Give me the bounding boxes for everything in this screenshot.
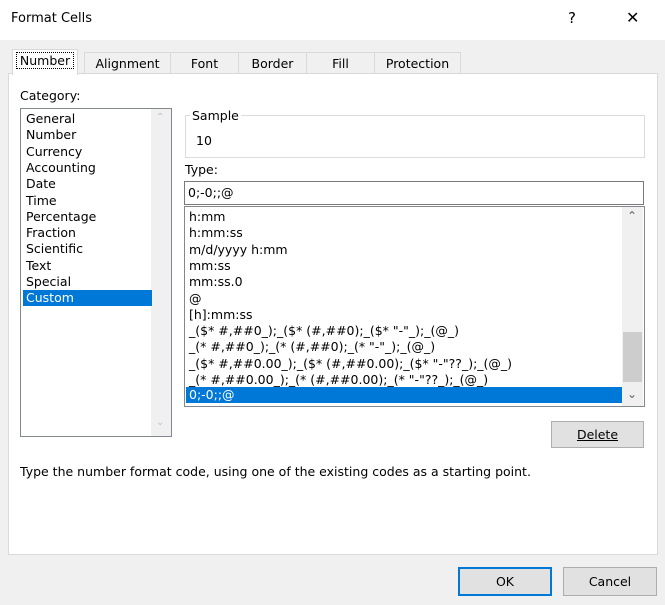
category-item[interactable]: Fraction [23, 225, 152, 241]
sample-group [185, 115, 645, 158]
category-item[interactable]: Special [23, 274, 152, 290]
category-list[interactable]: ⌃ ⌄ General Number Currency Accounting Date T… [20, 108, 172, 437]
type-item[interactable]: @ [186, 291, 623, 307]
help-button[interactable]: ? [568, 9, 576, 27]
cancel-button[interactable]: Cancel [563, 567, 657, 596]
delete-label: Delete [576, 427, 619, 442]
category-item[interactable]: Time [23, 193, 152, 209]
title-bar [0, 0, 665, 40]
category-item[interactable]: Scientific [23, 241, 152, 257]
close-button[interactable]: ✕ [626, 8, 639, 27]
tab-label: Number [15, 52, 75, 69]
delete-button[interactable]: Delete [551, 421, 644, 448]
type-item[interactable]: 0;-0;;@ [186, 387, 623, 403]
category-item[interactable]: Accounting [23, 160, 152, 176]
type-item[interactable]: [h]:mm:ss [186, 307, 623, 323]
tab-protection[interactable]: Protection [374, 52, 461, 74]
scroll-down-icon[interactable]: ⌄ [627, 387, 637, 401]
category-item[interactable]: Date [23, 176, 152, 192]
window-title: Format Cells [11, 11, 93, 26]
category-scrollbar[interactable]: ⌃ ⌄ [151, 109, 171, 436]
type-item[interactable]: mm:ss [186, 258, 623, 274]
tab-number[interactable]: Number [12, 49, 78, 75]
type-item[interactable]: _(* #,##0_);_(* (#,##0);_(* "-"_);_(@_) [186, 339, 623, 355]
type-scrollbar[interactable]: ⌃ ⌄ [622, 207, 643, 406]
scroll-up-icon[interactable]: ⌃ [156, 112, 164, 123]
sample-label: Sample [190, 108, 241, 123]
tab-alignment[interactable]: Alignment [84, 52, 171, 74]
category-item[interactable]: Text [23, 258, 152, 274]
type-item[interactable]: _($* #,##0.00_);_($* (#,##0.00);_($* "-"… [186, 356, 623, 372]
scrollbar-thumb[interactable] [623, 332, 642, 382]
type-list[interactable]: 0;-0;;@ _(* #,##0.00_);_(* (#,##0.00);_(*… [184, 206, 645, 407]
category-item[interactable]: Custom [23, 290, 152, 307]
category-item[interactable]: Percentage [23, 209, 152, 225]
tab-border[interactable]: Border [238, 52, 307, 74]
category-label: Category: [20, 88, 81, 103]
type-label: Type: [185, 162, 218, 177]
ok-button[interactable]: OK [458, 567, 552, 596]
type-item[interactable]: _(* #,##0.00_);_(* (#,##0.00);_(* "-"??_… [186, 372, 623, 388]
category-item[interactable]: Currency [23, 144, 152, 160]
scroll-up-icon[interactable]: ⌃ [627, 209, 637, 223]
tab-fill[interactable]: Fill [306, 52, 375, 74]
sample-value: 10 [196, 133, 212, 148]
description-text: Type the number format code, using one o… [20, 464, 531, 479]
type-input[interactable]: 0;-0;;@ [184, 181, 644, 205]
type-item[interactable]: _($* #,##0_);_($* (#,##0);_($* "-"_);_(@… [186, 323, 623, 339]
type-item[interactable]: mm:ss.0 [186, 274, 623, 290]
tab-font[interactable]: Font [170, 52, 239, 74]
scroll-down-icon[interactable]: ⌄ [156, 417, 164, 428]
category-item[interactable]: General [23, 111, 152, 127]
category-item[interactable]: Number [23, 127, 152, 143]
type-item[interactable]: h:mm [186, 209, 623, 225]
type-item[interactable]: h:mm:ss [186, 225, 623, 241]
type-item[interactable]: m/d/yyyy h:mm [186, 242, 623, 258]
